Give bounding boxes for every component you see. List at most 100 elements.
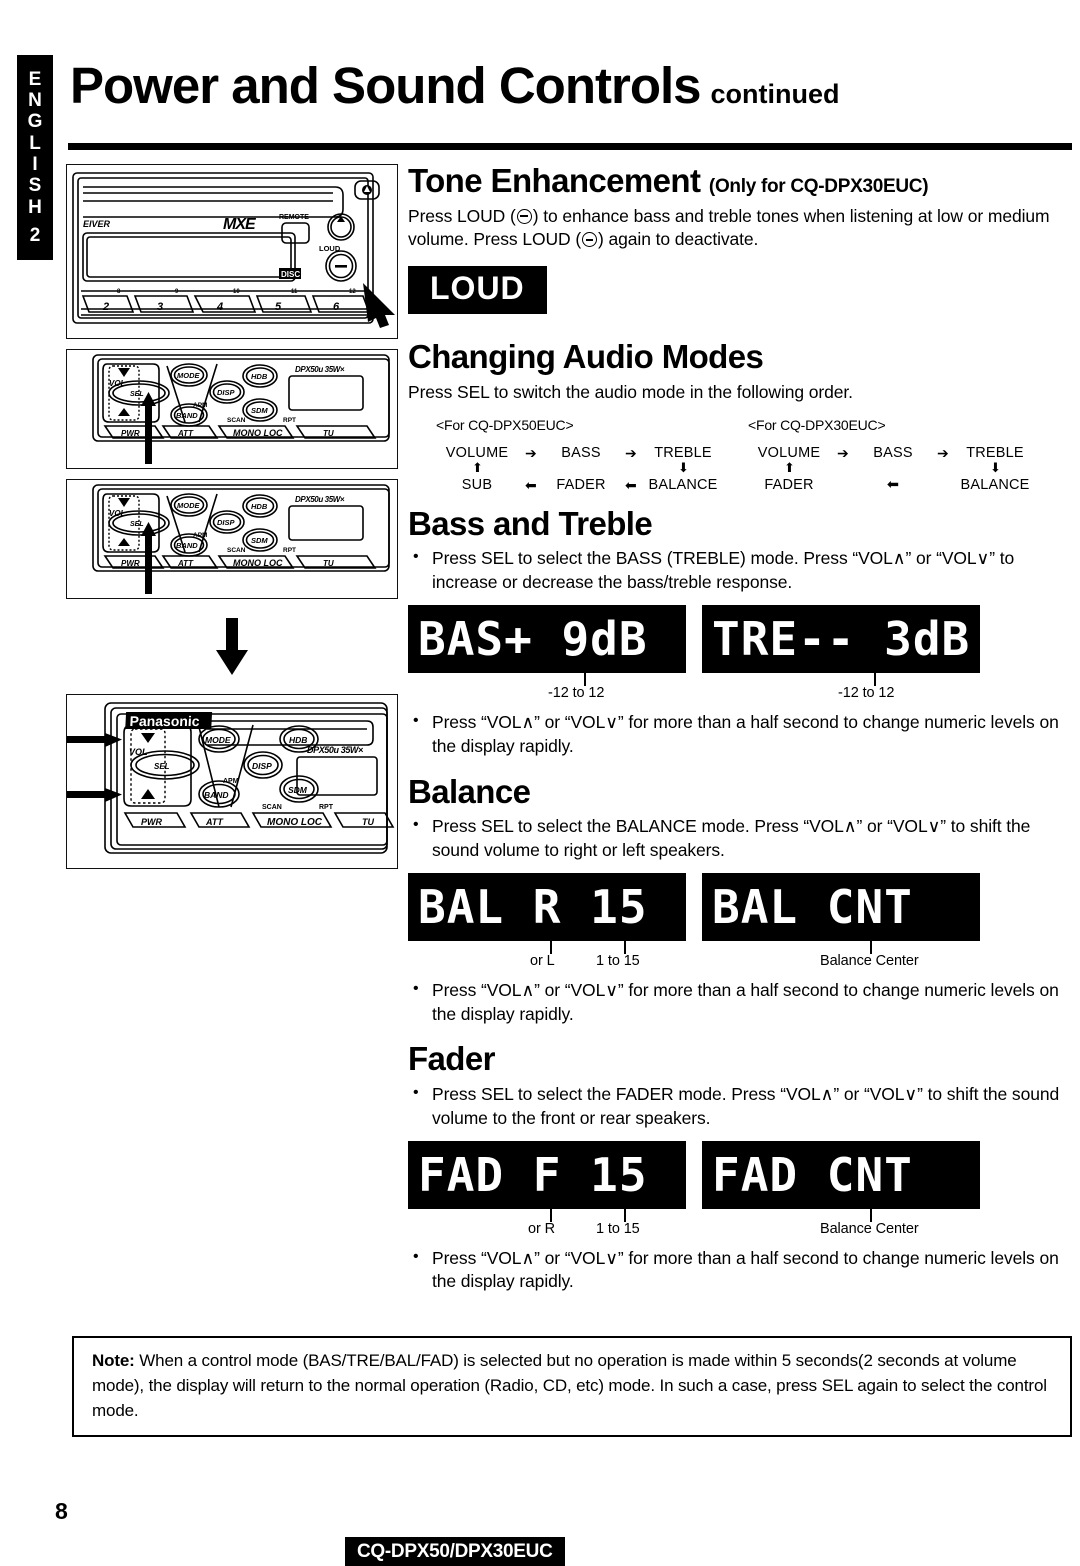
preset-4: 4 [216,301,223,313]
disp-label: DISP [217,518,236,527]
lang-letter: H [28,196,42,218]
pwr-label: PWR [121,559,140,568]
att-label: ATT [177,559,194,568]
hdb-label: HDB [251,372,268,381]
disp-label: DISP [252,761,272,771]
lcd-display-treble: TRE-- 3dB [702,604,981,673]
hdb-label: HDB [251,502,268,511]
sdm-label: SDM [288,785,308,795]
apm-label: APM [193,402,207,409]
rpt-label: RPT [283,547,296,554]
lcd-segment-text-fad-f: FAD F 15 [418,1148,647,1201]
flow-item-bass: BASS [561,444,601,461]
att-label: ATT [205,817,224,827]
lcd-text: BAL CNT [712,880,913,933]
arrow-right-icon: ➔ [837,444,849,461]
page-title-continued: continued [710,79,840,109]
note-text: Note: When a control mode (BAS/TRE/BAL/F… [92,1348,1056,1423]
preset-6: 6 [333,301,340,313]
rpt-label: RPT [319,804,334,811]
preset-3: 3 [157,301,163,313]
language-tab: E N G L I S H 2 [17,55,53,260]
lcd-display-fader-front: FAD F 15 [408,1140,686,1209]
balance-lcd-row: BAL R 15 BAL CNT [408,872,1072,941]
flow-top-row: VOLUME ➔ BASS ➔ TREBLE [748,445,1034,461]
svg-text:Panasonic: Panasonic [129,713,200,729]
tone-body-part1: Press LOUD ( [408,205,516,226]
flow-item-sub: SUB [461,476,493,493]
page-number: 8 [55,1498,68,1524]
arrow-left-icon: ⬅ [625,476,637,493]
pointer-arrow-sel [141,392,156,464]
lcd-segment-text-bass: BAS+ 9dB [418,612,648,665]
illustration-vol-buttons: VOL SEL MODE BAND DISP HDB SDM APM PWR A… [66,694,398,869]
tone-enhancement-body: Press LOUD () to enhance bass and treble… [408,205,1072,253]
vol-label: VOL [109,509,126,518]
lang-letter: S [28,175,42,197]
flow-bottom-row: FADER ⬅ BALANCE [748,477,1034,493]
remote-label: REMOTE [279,214,309,221]
minus-circle-icon [516,208,532,224]
mxe-logo: MXE [223,216,257,233]
minus-circle-icon [582,232,598,248]
fader-bullets-2: Press “VOL∧” or “VOL∨” for more than a h… [408,1246,1072,1295]
flow-down-arrow-container [66,599,398,694]
sel-label: SEL [130,521,144,528]
fader-callouts: or R 1 to 15 Balance Center [408,1208,1072,1241]
audio-modes-intro: Press SEL to switch the audio mode in th… [408,381,853,402]
arrow-right-icon: ➔ [525,444,537,461]
tune-label: TU [323,559,334,568]
preset-small-9: 9 [175,289,179,295]
callout-treble-range: -12 to 12 [838,684,895,701]
preset-small-10: 10 [233,289,240,295]
lcd-text: BAS+ 9dB [418,612,648,665]
bass-treble-bullets-2: Press “VOL∧” or “VOL∨” for more than a h… [408,710,1072,759]
pointer-arrow-vol-down [67,788,122,802]
flow-vertical-arrows: ⬆ ⬇ [748,461,1034,477]
fader-bullets: Press SEL to select the FADER mode. Pres… [408,1082,1072,1131]
tune-label: TU [362,817,374,827]
tone-enhancement-heading: Tone Enhancement (Only for CQ-DPX30EUC) [408,163,1072,199]
rpt-label: RPT [283,417,296,424]
mono-loc-label: MONO LOC [233,428,283,438]
note-label: Note: [92,1351,135,1370]
bass-treble-bullets: Press SEL to select the BASS (TREBLE) mo… [408,546,1072,595]
flow-item-fader: FADER [764,476,814,493]
arrow-up-icon: ⬆ [784,459,795,475]
lcd-segment-text-bal-cnt: BAL CNT [712,880,913,933]
illustration-loud-button: EIVER MXE REMOTE LOUD DISC 2 3 4 5 6 8 9… [66,164,398,339]
pointer-arrow-loud [353,273,395,328]
arrow-left-icon: ⬅ [886,476,900,493]
pointer-arrow-vol-up [67,733,122,747]
audio-mode-flow-diagram: <For CQ-DPX50EUC> VOLUME ➔ BASS ➔ TREBLE… [408,417,1072,503]
lang-letter: N [28,90,42,112]
preset-small-11: 11 [291,289,298,295]
flow-item-treble: TREBLE [654,444,712,461]
mode-label: MODE [177,501,200,510]
scan-label: SCAN [227,547,246,554]
flow-item-treble: TREBLE [966,444,1024,461]
sel-label: SEL [130,391,144,398]
lang-letter: L [29,132,41,154]
sdm-label: SDM [251,536,268,545]
down-arrow-icon [216,617,248,675]
fader-bullet-1: Press SEL to select the FADER mode. Pres… [408,1082,1072,1131]
lcd-segment-text-fad-cnt: FAD CNT [712,1148,912,1201]
bass-treble-heading: Bass and Treble [408,504,653,542]
scan-label: SCAN [262,804,282,811]
flow-item-balance: BALANCE [960,476,1030,493]
page-title: Power and Sound Controls continued [70,56,1070,115]
tone-enhancement-qualifier: (Only for CQ-DPX30EUC) [708,176,929,197]
bass-treble-lcd-row: BAS+ 9dB TRE-- 3dB [408,604,1072,673]
note-body: When a control mode (BAS/TRE/BAL/FAD) is… [92,1351,1047,1421]
loud-badge: LOUD [408,266,547,315]
stereo-faceplate-loud-diagram: EIVER MXE REMOTE LOUD DISC 2 3 4 5 6 8 9… [72,172,395,328]
panasonic-logo: Panasonic [125,712,213,729]
fader-bullet-2: Press “VOL∧” or “VOL∨” for more than a h… [408,1246,1072,1295]
flow-top-row: VOLUME ➔ BASS ➔ TREBLE [436,445,722,461]
callout-bass-range: -12 to 12 [548,684,605,701]
vol-label: VOL [109,379,126,388]
model-text: DPX50u 35W× [295,365,345,374]
mono-loc-label: MONO LOC [267,817,323,828]
arrow-left-icon: ⬅ [525,476,537,493]
